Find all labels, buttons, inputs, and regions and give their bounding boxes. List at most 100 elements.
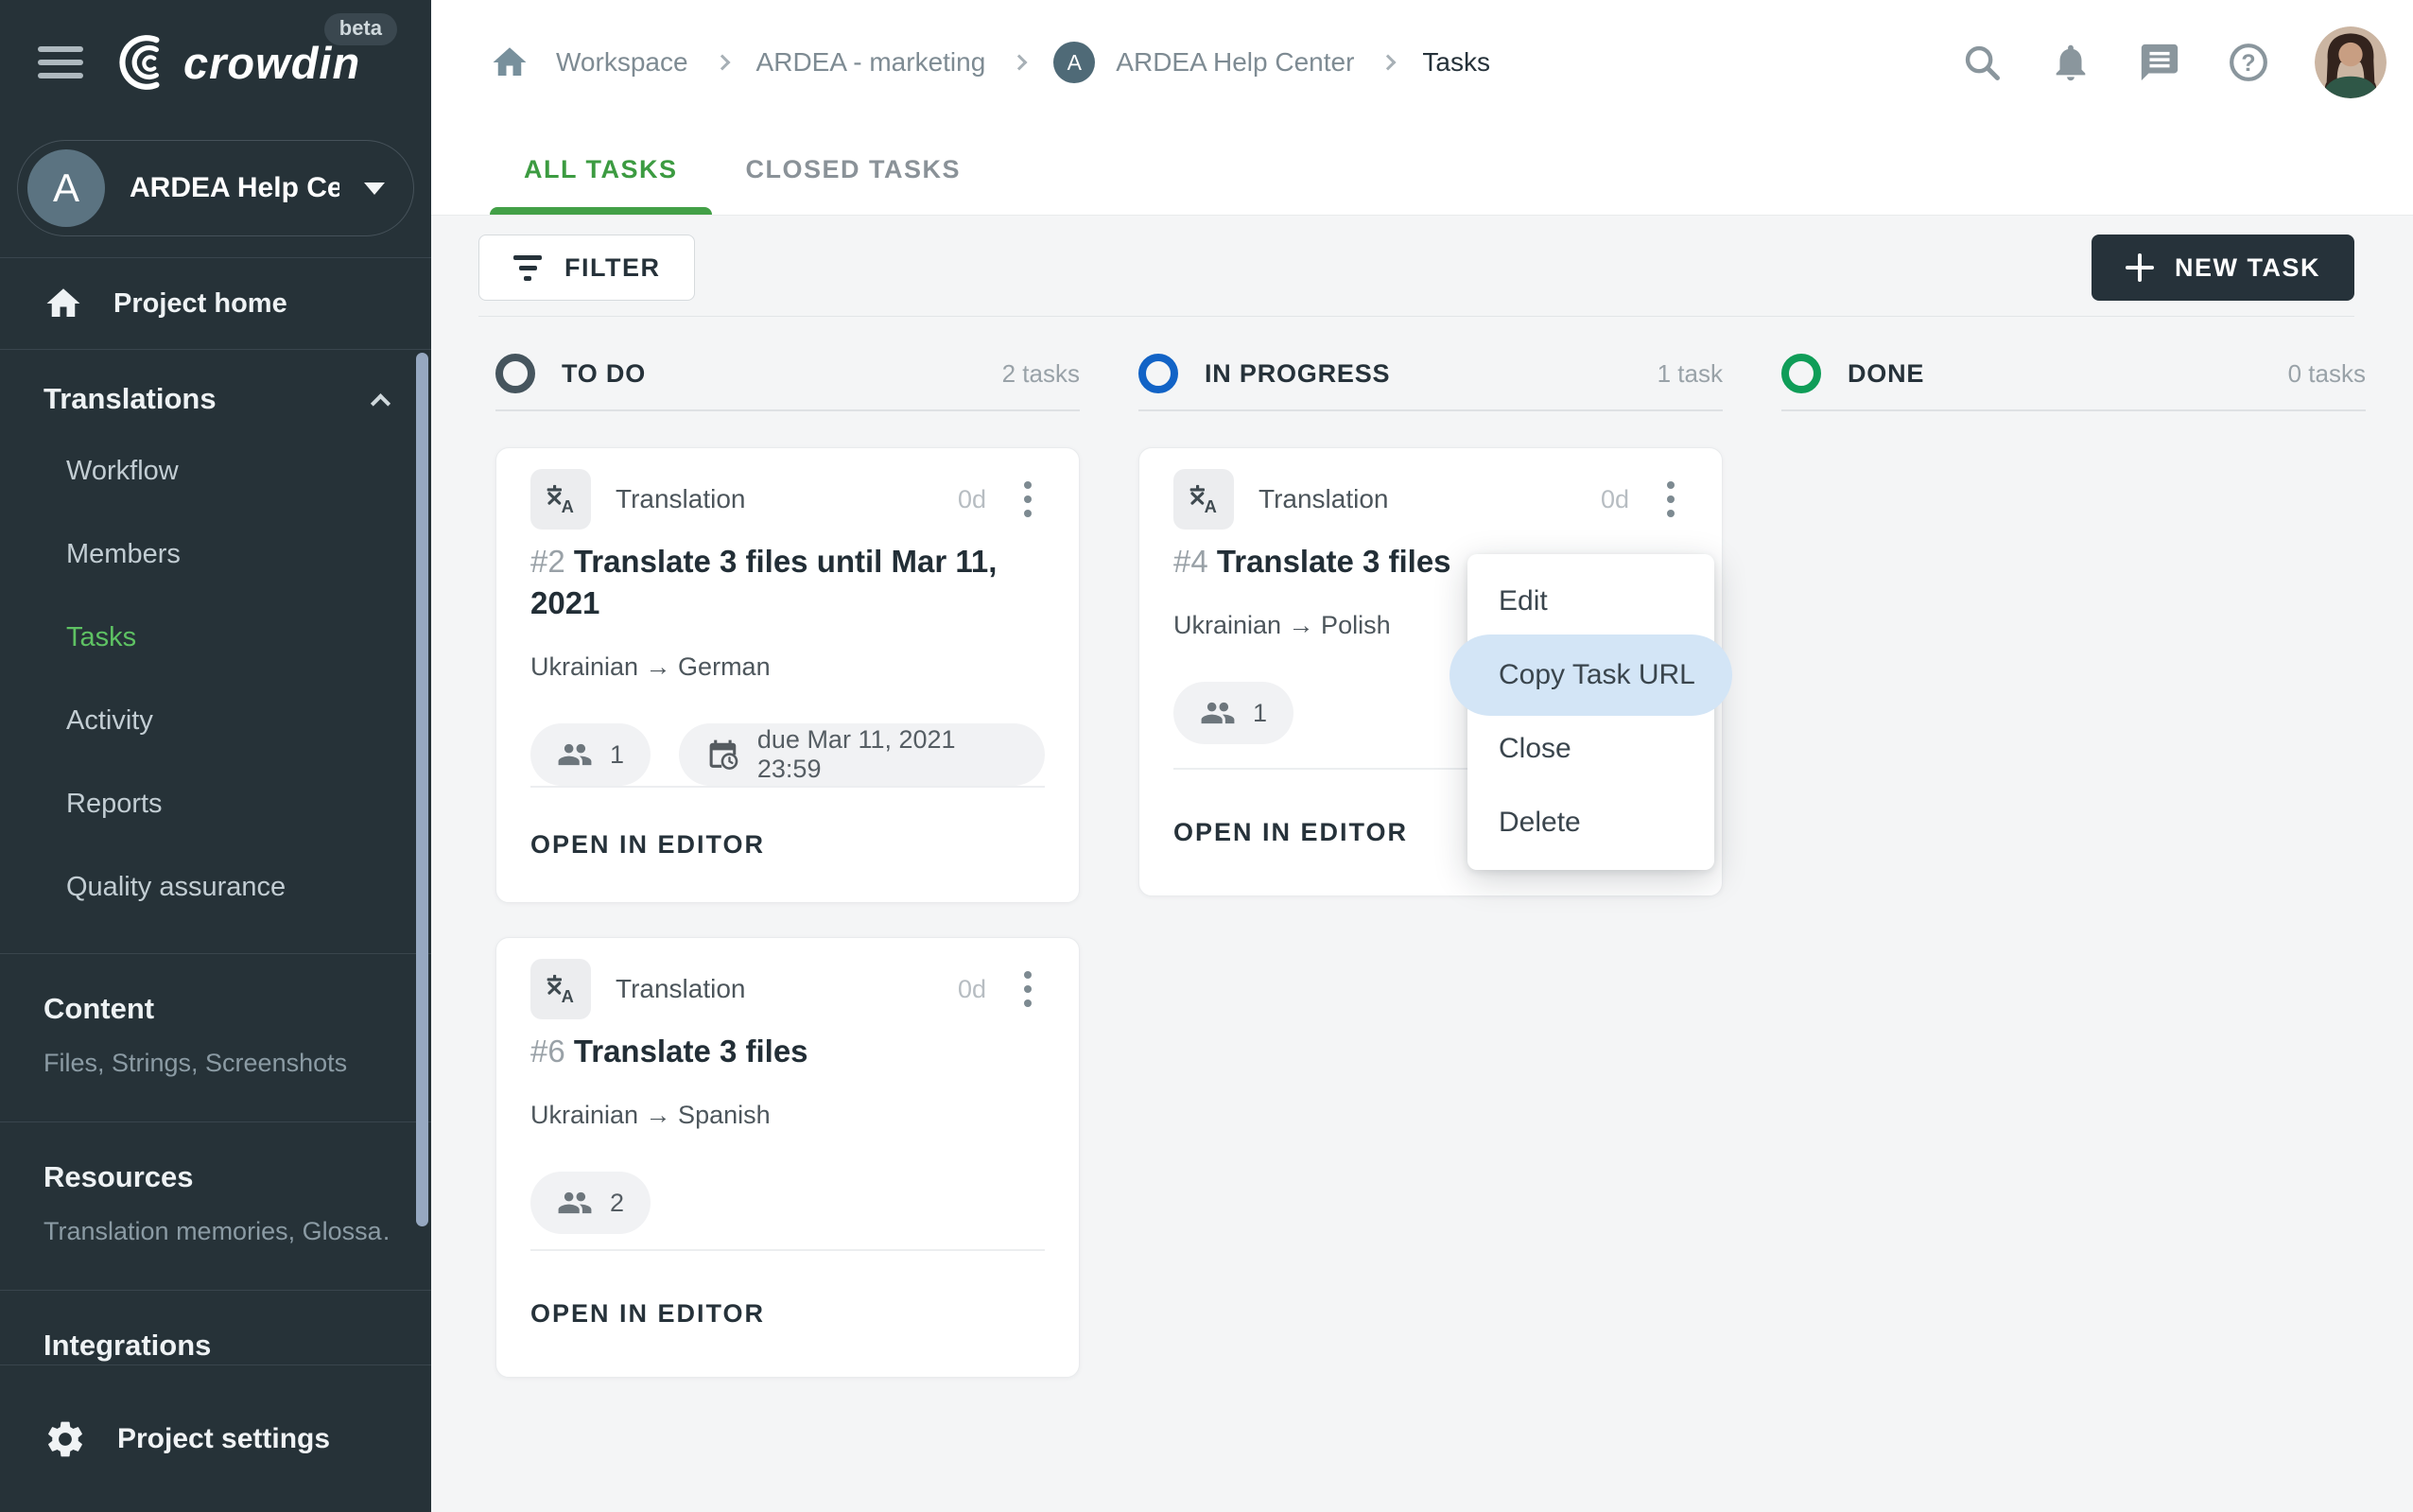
messages-icon[interactable] <box>2137 40 2182 85</box>
sidebar-section-content[interactable]: Content Files, Strings, Screenshots <box>0 953 431 1121</box>
column-header: DONE 0 tasks <box>1781 351 2366 396</box>
assignees-count: 1 <box>610 740 624 770</box>
task-id: #2 <box>530 544 565 579</box>
task-title[interactable]: #2 Translate 3 files until Mar 11, 2021 <box>530 541 1045 624</box>
sidebar-item-activity[interactable]: Activity <box>0 679 431 762</box>
filter-button-label: FILTER <box>564 253 660 283</box>
translation-icon: A <box>1173 469 1234 530</box>
task-name: Translate 3 files <box>574 1034 808 1069</box>
column-done: DONE 0 tasks <box>1781 351 2366 1378</box>
divider <box>495 409 1080 411</box>
sidebar-item-quality-assurance[interactable]: Quality assurance <box>0 845 431 929</box>
sidebar-item-workflow[interactable]: Workflow <box>0 429 431 513</box>
project-avatar: A <box>27 149 105 227</box>
column-to-do: TO DO 2 tasks <box>495 351 1080 1378</box>
tab-label: ALL TASKS <box>524 155 678 184</box>
menu-item-close[interactable]: Close <box>1467 712 1714 786</box>
task-name: Translate 3 files until Mar 11, 2021 <box>530 544 997 620</box>
column-header: IN PROGRESS 1 task <box>1138 351 1723 396</box>
section-title: Translations <box>43 382 217 416</box>
tab-all-tasks[interactable]: ALL TASKS <box>490 125 712 215</box>
task-type: Translation <box>616 484 745 514</box>
sidebar-scrollbar[interactable] <box>416 353 428 1226</box>
menu-item-delete[interactable]: Delete <box>1467 786 1714 860</box>
project-selector[interactable]: A ARDEA Help Cen… <box>17 140 414 236</box>
gear-icon <box>43 1417 87 1461</box>
menu-item-copy-task-url[interactable]: Copy Task URL <box>1467 638 1714 712</box>
task-title[interactable]: #6 Translate 3 files <box>530 1031 1045 1072</box>
sidebar-section-translations: Translations Workflow Members Tasks Acti… <box>0 350 431 953</box>
column-count: 1 task <box>1658 359 1723 389</box>
due-date-label: due Mar 11, 2021 23:59 <box>757 725 1018 784</box>
people-icon <box>557 1185 593 1221</box>
assignees-chip[interactable]: 2 <box>530 1172 651 1234</box>
task-id: #6 <box>530 1034 565 1069</box>
kebab-menu-icon[interactable] <box>1011 965 1045 1013</box>
svg-text:?: ? <box>2241 50 2255 77</box>
home-icon <box>43 284 83 323</box>
beta-badge: beta <box>324 13 397 45</box>
assignees-count: 2 <box>610 1189 624 1218</box>
tab-closed-tasks[interactable]: CLOSED TASKS <box>712 125 996 215</box>
task-age: 0d <box>958 975 986 1004</box>
kebab-menu-icon[interactable] <box>1011 476 1045 523</box>
menu-icon[interactable] <box>38 39 83 86</box>
breadcrumb: Workspace ARDEA - marketing A ARDEA Help… <box>490 42 1490 83</box>
task-type: Translation <box>616 974 745 1004</box>
svg-text:A: A <box>1205 496 1217 516</box>
chevron-right-icon <box>1380 55 1397 71</box>
task-age: 0d <box>1601 485 1629 514</box>
chevron-down-icon <box>364 182 385 195</box>
translation-icon: A <box>530 469 591 530</box>
user-avatar[interactable] <box>2315 26 2387 98</box>
translations-section-header[interactable]: Translations <box>0 382 431 416</box>
main-area: Workspace ARDEA - marketing A ARDEA Help… <box>431 0 2413 1512</box>
task-context-menu: Edit Copy Task URL Close Delete <box>1467 554 1714 870</box>
sidebar-item-tasks[interactable]: Tasks <box>0 596 431 679</box>
filter-button[interactable]: FILTER <box>478 235 695 301</box>
home-icon[interactable] <box>490 43 529 82</box>
sidebar-item-project-home[interactable]: Project home <box>0 258 431 349</box>
task-age: 0d <box>958 485 986 514</box>
sidebar-item-members[interactable]: Members <box>0 513 431 596</box>
calendar-clock-icon <box>705 737 740 773</box>
task-id: #4 <box>1173 544 1208 579</box>
breadcrumb-workspace[interactable]: Workspace <box>556 47 688 78</box>
assignees-chip[interactable]: 1 <box>530 723 651 786</box>
divider <box>478 316 2354 317</box>
kebab-menu-icon[interactable] <box>1654 476 1688 523</box>
app-root: crowdin beta A ARDEA Help Cen… Project h… <box>0 0 2413 1512</box>
sidebar-item-label: Project home <box>113 288 287 320</box>
notifications-bell-icon[interactable] <box>2048 40 2093 85</box>
sidebar-item-project-settings[interactable]: Project settings <box>0 1364 431 1512</box>
open-in-editor-link[interactable]: OPEN IN EDITOR <box>530 1299 765 1329</box>
help-icon[interactable]: ? <box>2226 40 2271 85</box>
sidebar-section-resources[interactable]: Resources Translation memories, Glossa… <box>0 1121 431 1290</box>
crowdin-logo[interactable]: crowdin <box>115 33 360 92</box>
due-date-chip[interactable]: due Mar 11, 2021 23:59 <box>679 723 1045 786</box>
column-header: TO DO 2 tasks <box>495 351 1080 396</box>
crowdin-logo-mark <box>115 33 174 92</box>
task-card[interactable]: A Translation 0d #6 Translate 3 files <box>495 937 1080 1378</box>
open-in-editor-link[interactable]: OPEN IN EDITOR <box>1173 818 1408 847</box>
section-subtitle: Files, Strings, Screenshots <box>43 1049 388 1078</box>
status-circle-icon <box>1138 354 1178 393</box>
svg-text:A: A <box>562 496 574 516</box>
plus-icon <box>2126 253 2154 282</box>
sidebar-item-reports[interactable]: Reports <box>0 762 431 845</box>
breadcrumb-project[interactable]: ARDEA Help Center <box>1116 47 1354 78</box>
column-label: DONE <box>1848 359 1924 389</box>
task-card[interactable]: A Translation 0d #2 Translate 3 files un… <box>495 447 1080 903</box>
status-circle-icon <box>495 354 535 393</box>
section-title: Content <box>43 992 388 1026</box>
chevron-right-icon <box>714 55 730 71</box>
menu-item-edit[interactable]: Edit <box>1467 565 1714 638</box>
open-in-editor-link[interactable]: OPEN IN EDITOR <box>530 830 765 860</box>
breadcrumb-project-avatar: A <box>1053 42 1095 83</box>
breadcrumb-group[interactable]: ARDEA - marketing <box>756 47 986 78</box>
section-title: Integrations <box>43 1329 388 1363</box>
search-icon[interactable] <box>1959 40 2005 85</box>
assignees-chip[interactable]: 1 <box>1173 682 1293 744</box>
new-task-button[interactable]: NEW TASK <box>2092 235 2354 301</box>
filter-icon <box>513 255 542 281</box>
